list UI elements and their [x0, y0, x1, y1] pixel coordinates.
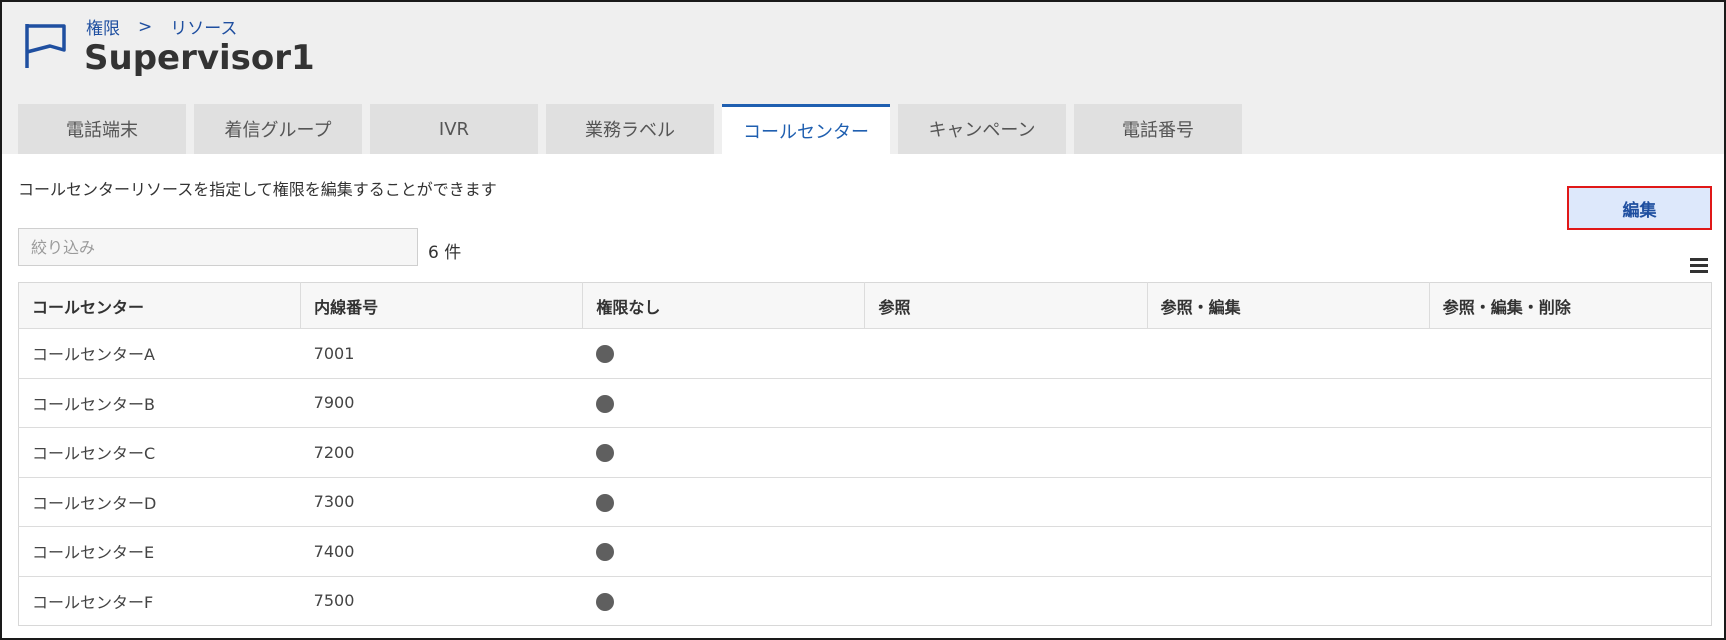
breadcrumb-item-resource[interactable]: リソース — [170, 14, 237, 39]
app-window: 権限 > リソース Supervisor1 電話端末 着信グループ IVR 業務… — [0, 0, 1726, 640]
filled-circle-icon — [595, 394, 614, 413]
permission-view-edit-delete-cell — [1429, 427, 1712, 478]
call-center-name: コールセンターC — [18, 427, 301, 478]
permission-view-edit-cell — [1147, 576, 1429, 626]
call-center-name: コールセンターD — [18, 477, 301, 527]
edit-button[interactable]: 編集 — [1567, 186, 1712, 230]
tab-bar: 電話端末 着信グループ IVR 業務ラベル コールセンター キャンペーン 電話番… — [18, 104, 1242, 154]
table-row: コールセンターF 7500 — [19, 576, 1712, 626]
permission-none-cell — [582, 427, 865, 478]
permission-none-cell — [583, 576, 865, 626]
filter-input[interactable] — [18, 228, 418, 266]
permission-view-cell — [864, 328, 1148, 379]
permission-view-cell — [864, 526, 1148, 577]
call-center-name: コールセンターF — [32, 592, 154, 612]
filled-circle-icon — [595, 592, 614, 611]
column-header-view-edit[interactable]: 参照・編集 — [1147, 282, 1430, 329]
permission-view-edit-cell — [1147, 378, 1430, 428]
filled-circle-icon — [595, 444, 614, 462]
table-header-row: コールセンター 内線番号 権限なし 参照 参照・編集 参照・編集・削除 — [18, 282, 1712, 329]
permission-view-cell — [864, 427, 1148, 478]
column-header-call-center[interactable]: コールセンター — [18, 282, 302, 329]
flag-icon — [25, 24, 66, 68]
permission-view-edit-cell — [1147, 328, 1430, 379]
permission-none-cell — [582, 378, 865, 428]
tab-campaign[interactable]: キャンペーン — [898, 104, 1066, 154]
tab-incoming-group[interactable]: 着信グループ — [194, 104, 362, 154]
permission-view-edit-delete-cell — [1429, 526, 1712, 577]
permission-view-edit-cell — [1147, 526, 1430, 577]
extension-number: 7500 — [313, 591, 355, 611]
breadcrumb-separator: > — [138, 16, 153, 37]
filled-circle-icon — [595, 345, 614, 363]
breadcrumb: 権限 > リソース — [86, 14, 237, 40]
table-row: コールセンターD 7300 — [18, 477, 1712, 527]
call-center-name: コールセンターB — [18, 378, 301, 428]
extension-number: 7900 — [300, 378, 583, 428]
permission-view-edit-delete-cell — [1429, 378, 1712, 428]
call-center-name: コールセンターA — [18, 328, 301, 379]
tab-business-label[interactable]: 業務ラベル — [546, 104, 714, 154]
hamburger-menu-icon[interactable] — [1690, 258, 1708, 274]
call-center-name: コールセンターE — [18, 526, 301, 577]
result-count: 6 件 — [428, 243, 462, 263]
column-header-view-edit-delete[interactable]: 参照・編集・削除 — [1429, 282, 1712, 329]
column-header-extension[interactable]: 内線番号 — [300, 282, 584, 329]
permission-view-edit-delete-cell — [1429, 576, 1711, 626]
table-row: コールセンターE 7400 — [18, 526, 1712, 577]
breadcrumb-item-permission[interactable]: 権限 — [86, 14, 120, 39]
permission-none-cell — [582, 477, 865, 527]
permission-view-edit-delete-cell — [1429, 477, 1712, 527]
permission-view-edit-cell — [1147, 477, 1430, 527]
permission-none-cell — [582, 526, 865, 577]
page-title: Supervisor1 — [84, 38, 315, 78]
tab-phone-number[interactable]: 電話番号 — [1074, 104, 1242, 154]
column-header-view[interactable]: 参照 — [864, 282, 1148, 329]
extension-number: 7400 — [300, 526, 583, 577]
column-header-no-permission[interactable]: 権限なし — [582, 282, 866, 329]
table-row: コールセンターC 7200 — [18, 427, 1712, 478]
table-row: コールセンターB 7900 — [18, 378, 1712, 428]
table-row: コールセンターA 7001 — [18, 328, 1712, 379]
tab-call-center[interactable]: コールセンター — [722, 104, 890, 154]
filled-circle-icon — [595, 493, 614, 512]
filled-circle-icon — [595, 543, 614, 561]
extension-number: 7200 — [300, 427, 583, 478]
permission-view-edit-delete-cell — [1429, 328, 1712, 379]
extension-number: 7300 — [300, 477, 583, 527]
permission-view-cell — [865, 576, 1147, 626]
permission-view-edit-cell — [1147, 427, 1430, 478]
permission-view-cell — [864, 378, 1148, 428]
permission-none-cell — [582, 328, 865, 379]
description-text: コールセンターリソースを指定して権限を編集することができます — [18, 180, 497, 199]
call-center-table: コールセンター 内線番号 権限なし 参照 参照・編集 参照・編集・削除 コールセ… — [18, 282, 1712, 626]
tab-phone-terminal[interactable]: 電話端末 — [18, 104, 186, 154]
page-header: 権限 > リソース Supervisor1 電話端末 着信グループ IVR 業務… — [2, 2, 1724, 154]
tab-ivr[interactable]: IVR — [370, 104, 538, 154]
permission-view-cell — [864, 477, 1148, 527]
extension-number: 7001 — [300, 328, 583, 379]
